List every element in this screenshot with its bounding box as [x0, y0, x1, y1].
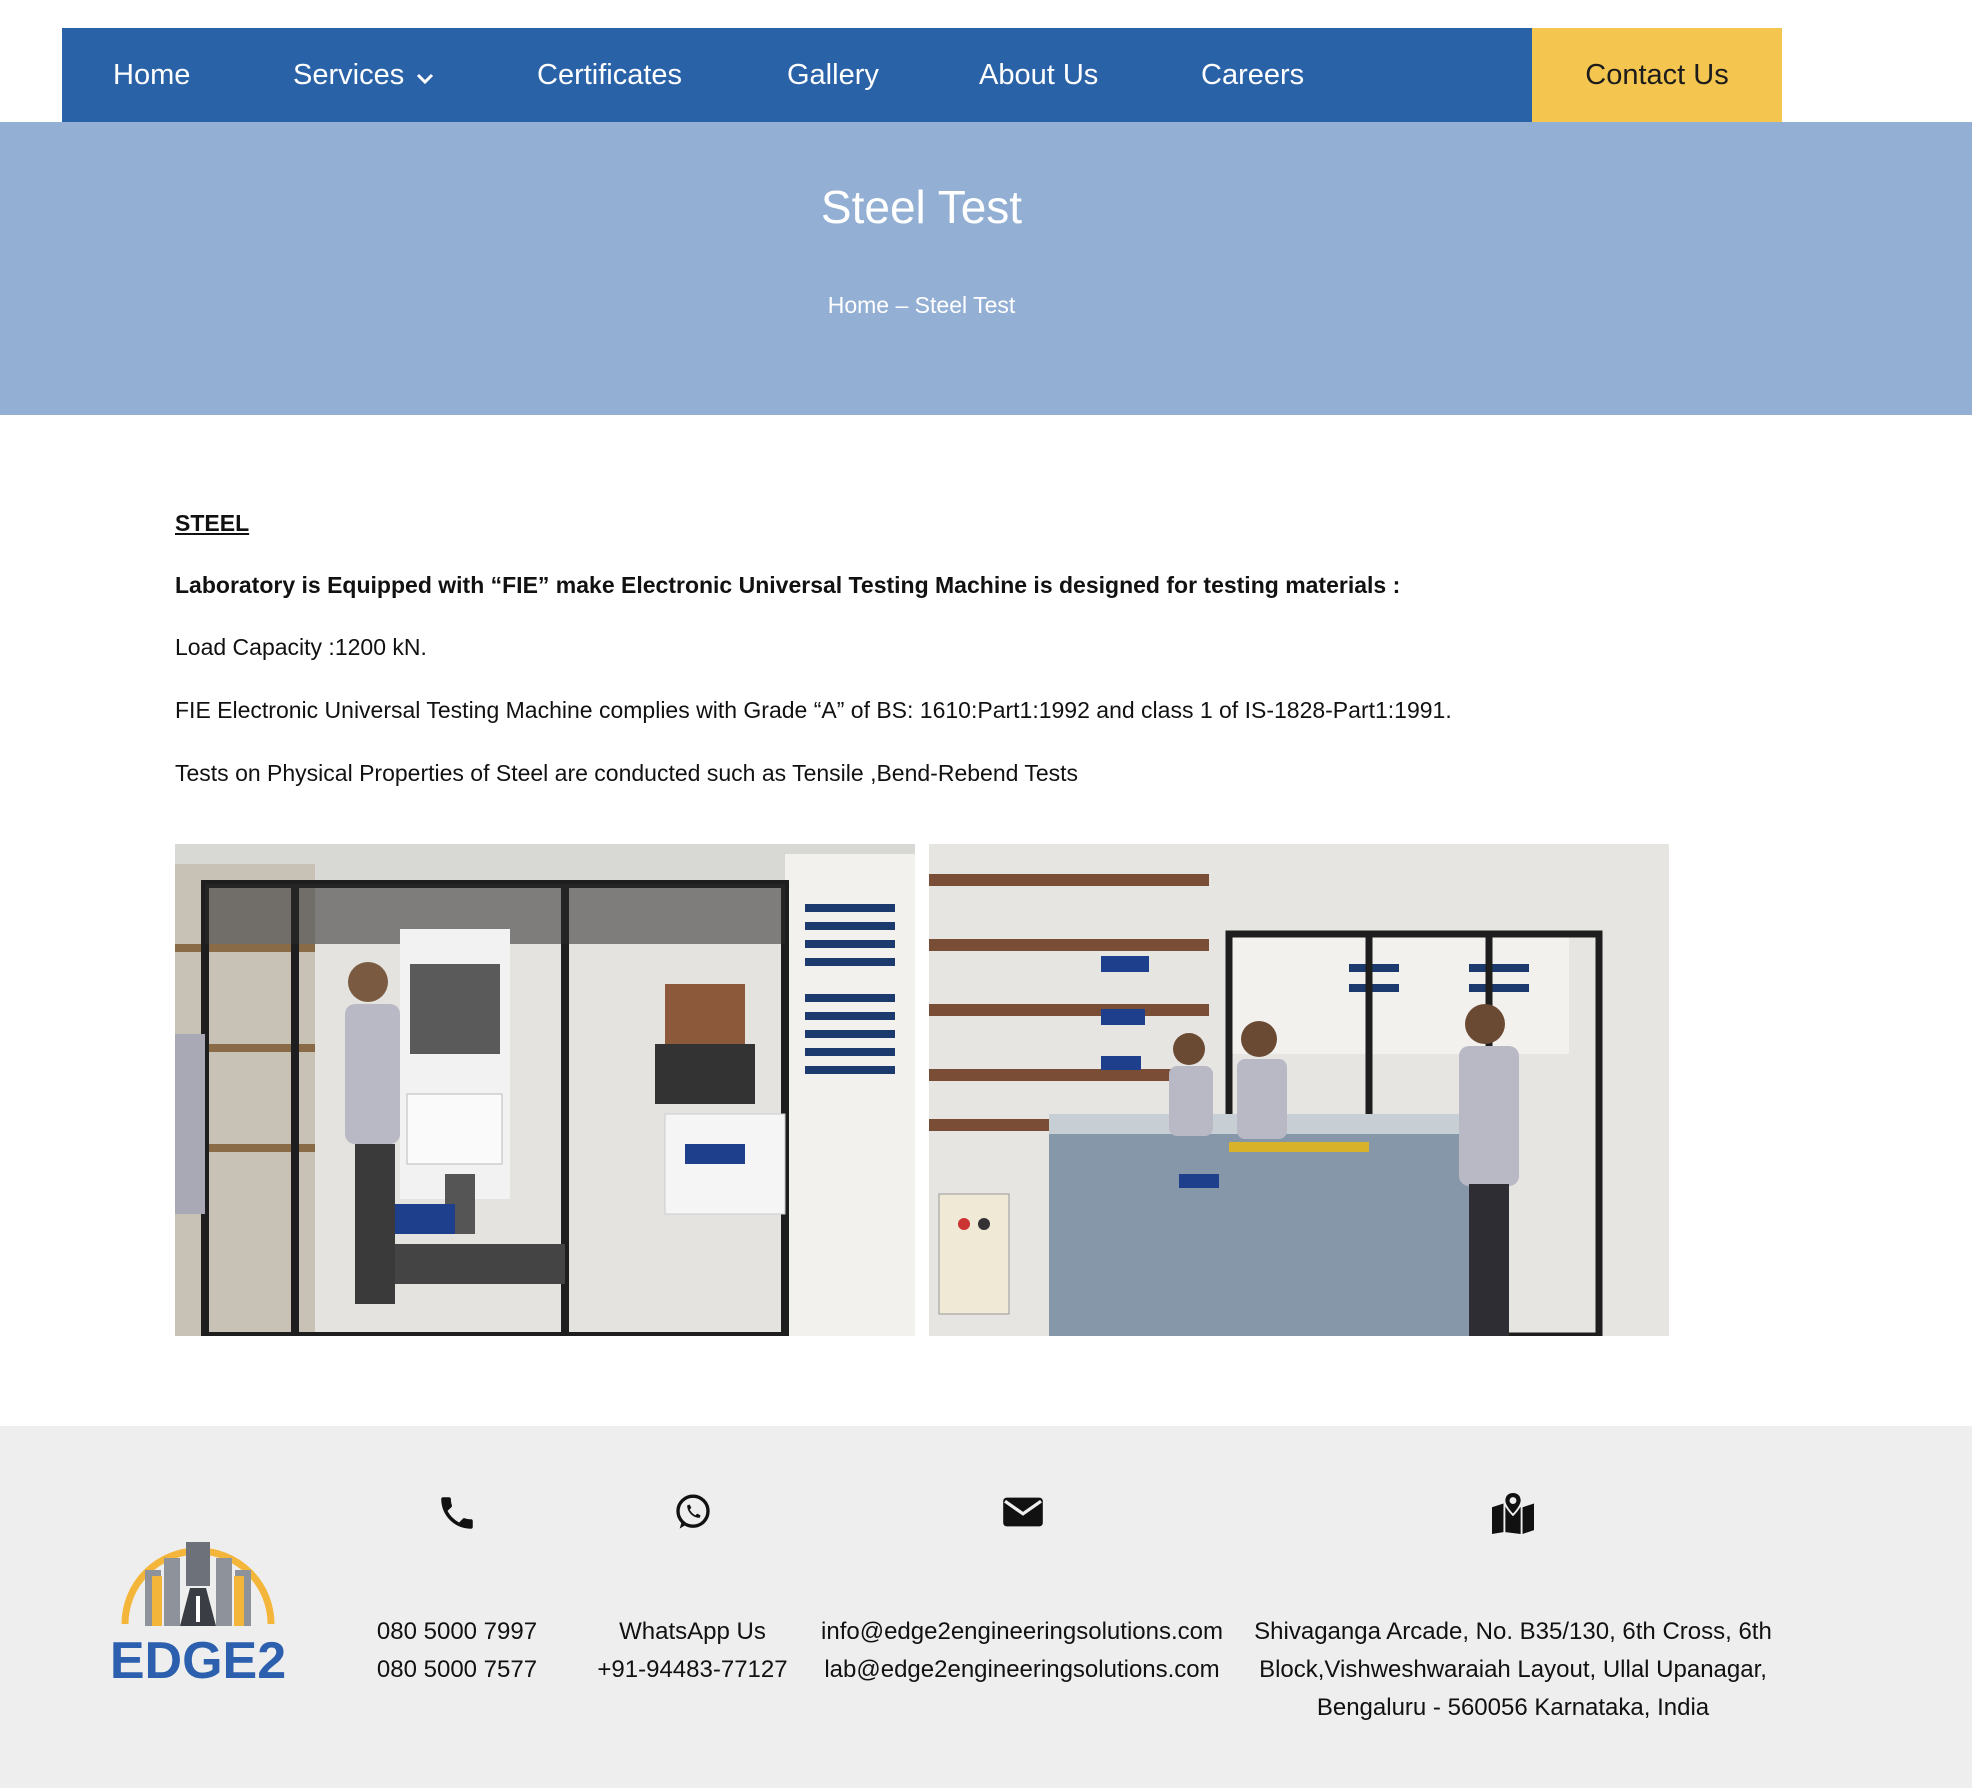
- breadcrumb-home-link[interactable]: Home: [828, 292, 889, 318]
- nav-about-us[interactable]: About Us: [979, 28, 1098, 122]
- address-line-3: Bengaluru - 560056 Karnataka, India: [1316, 1694, 1710, 1721]
- page-title: Steel Test: [820, 181, 1023, 233]
- whatsapp-label[interactable]: WhatsApp Us: [590, 1613, 795, 1651]
- tests-text: Tests on Physical Properties of Steel ar…: [175, 760, 1079, 786]
- email-lab[interactable]: lab@edge2engineeringsolutions.com: [812, 1651, 1232, 1689]
- section-heading: STEEL: [175, 510, 250, 536]
- nav-services[interactable]: Services: [293, 28, 434, 122]
- utm-machine-photo: [175, 844, 915, 1336]
- nav-gallery[interactable]: Gallery: [787, 28, 879, 122]
- chevron-down-icon: [416, 29, 434, 123]
- breadcrumb: Home – Steel Test: [0, 292, 1843, 319]
- nav-careers[interactable]: Careers: [1201, 28, 1304, 122]
- contact-us-button[interactable]: Contact Us: [1532, 28, 1782, 122]
- nav-services-label: Services: [293, 59, 405, 91]
- nav-certificates[interactable]: Certificates: [537, 28, 682, 122]
- intro-paragraph: Laboratory is Equipped with “FIE” make E…: [175, 572, 1401, 598]
- breadcrumb-separator: –: [895, 292, 909, 318]
- main-nav: Home Services Certificates Gallery About…: [62, 28, 1782, 122]
- phone-line-1[interactable]: 080 5000 7997: [357, 1613, 557, 1651]
- address-line-2: Block,Vishweshwaraiah Layout, Ullal Upan…: [1259, 1656, 1767, 1683]
- whatsapp-contact: WhatsApp Us +91-94483-77127: [590, 1613, 795, 1689]
- email-info[interactable]: info@edge2engineeringsolutions.com: [812, 1613, 1232, 1651]
- steel-section-photo: [929, 844, 1669, 1336]
- phone-line-2[interactable]: 080 5000 7577: [357, 1651, 557, 1689]
- nav-home[interactable]: Home: [113, 28, 190, 122]
- site-footer: EDGE2 G 080 5000 7997 080 5000 7577 What…: [0, 1426, 1972, 1788]
- envelope-icon: [1001, 1494, 1045, 1535]
- map-pin-icon: [1490, 1491, 1536, 1539]
- postal-address: Shivaganga Arcade, No. B35/130, 6th Cros…: [1243, 1613, 1783, 1727]
- address-line-1: Shivaganga Arcade, No. B35/130, 6th Cros…: [1254, 1618, 1772, 1645]
- breadcrumb-current: Steel Test: [914, 292, 1016, 318]
- compliance-text: FIE Electronic Universal Testing Machine…: [175, 697, 1452, 723]
- phone-icon: [436, 1492, 478, 1539]
- page-hero: Steel Test Home – Steel Test: [0, 122, 1972, 415]
- edge2-logo[interactable]: EDGE2 G: [100, 1512, 296, 1690]
- phone-numbers: 080 5000 7997 080 5000 7577: [357, 1613, 557, 1689]
- email-addresses: info@edge2engineeringsolutions.com lab@e…: [812, 1613, 1232, 1689]
- load-capacity-text: Load Capacity :1200 kN.: [175, 634, 427, 660]
- whatsapp-number[interactable]: +91-94483-77127: [590, 1651, 795, 1689]
- whatsapp-icon: [673, 1492, 713, 1537]
